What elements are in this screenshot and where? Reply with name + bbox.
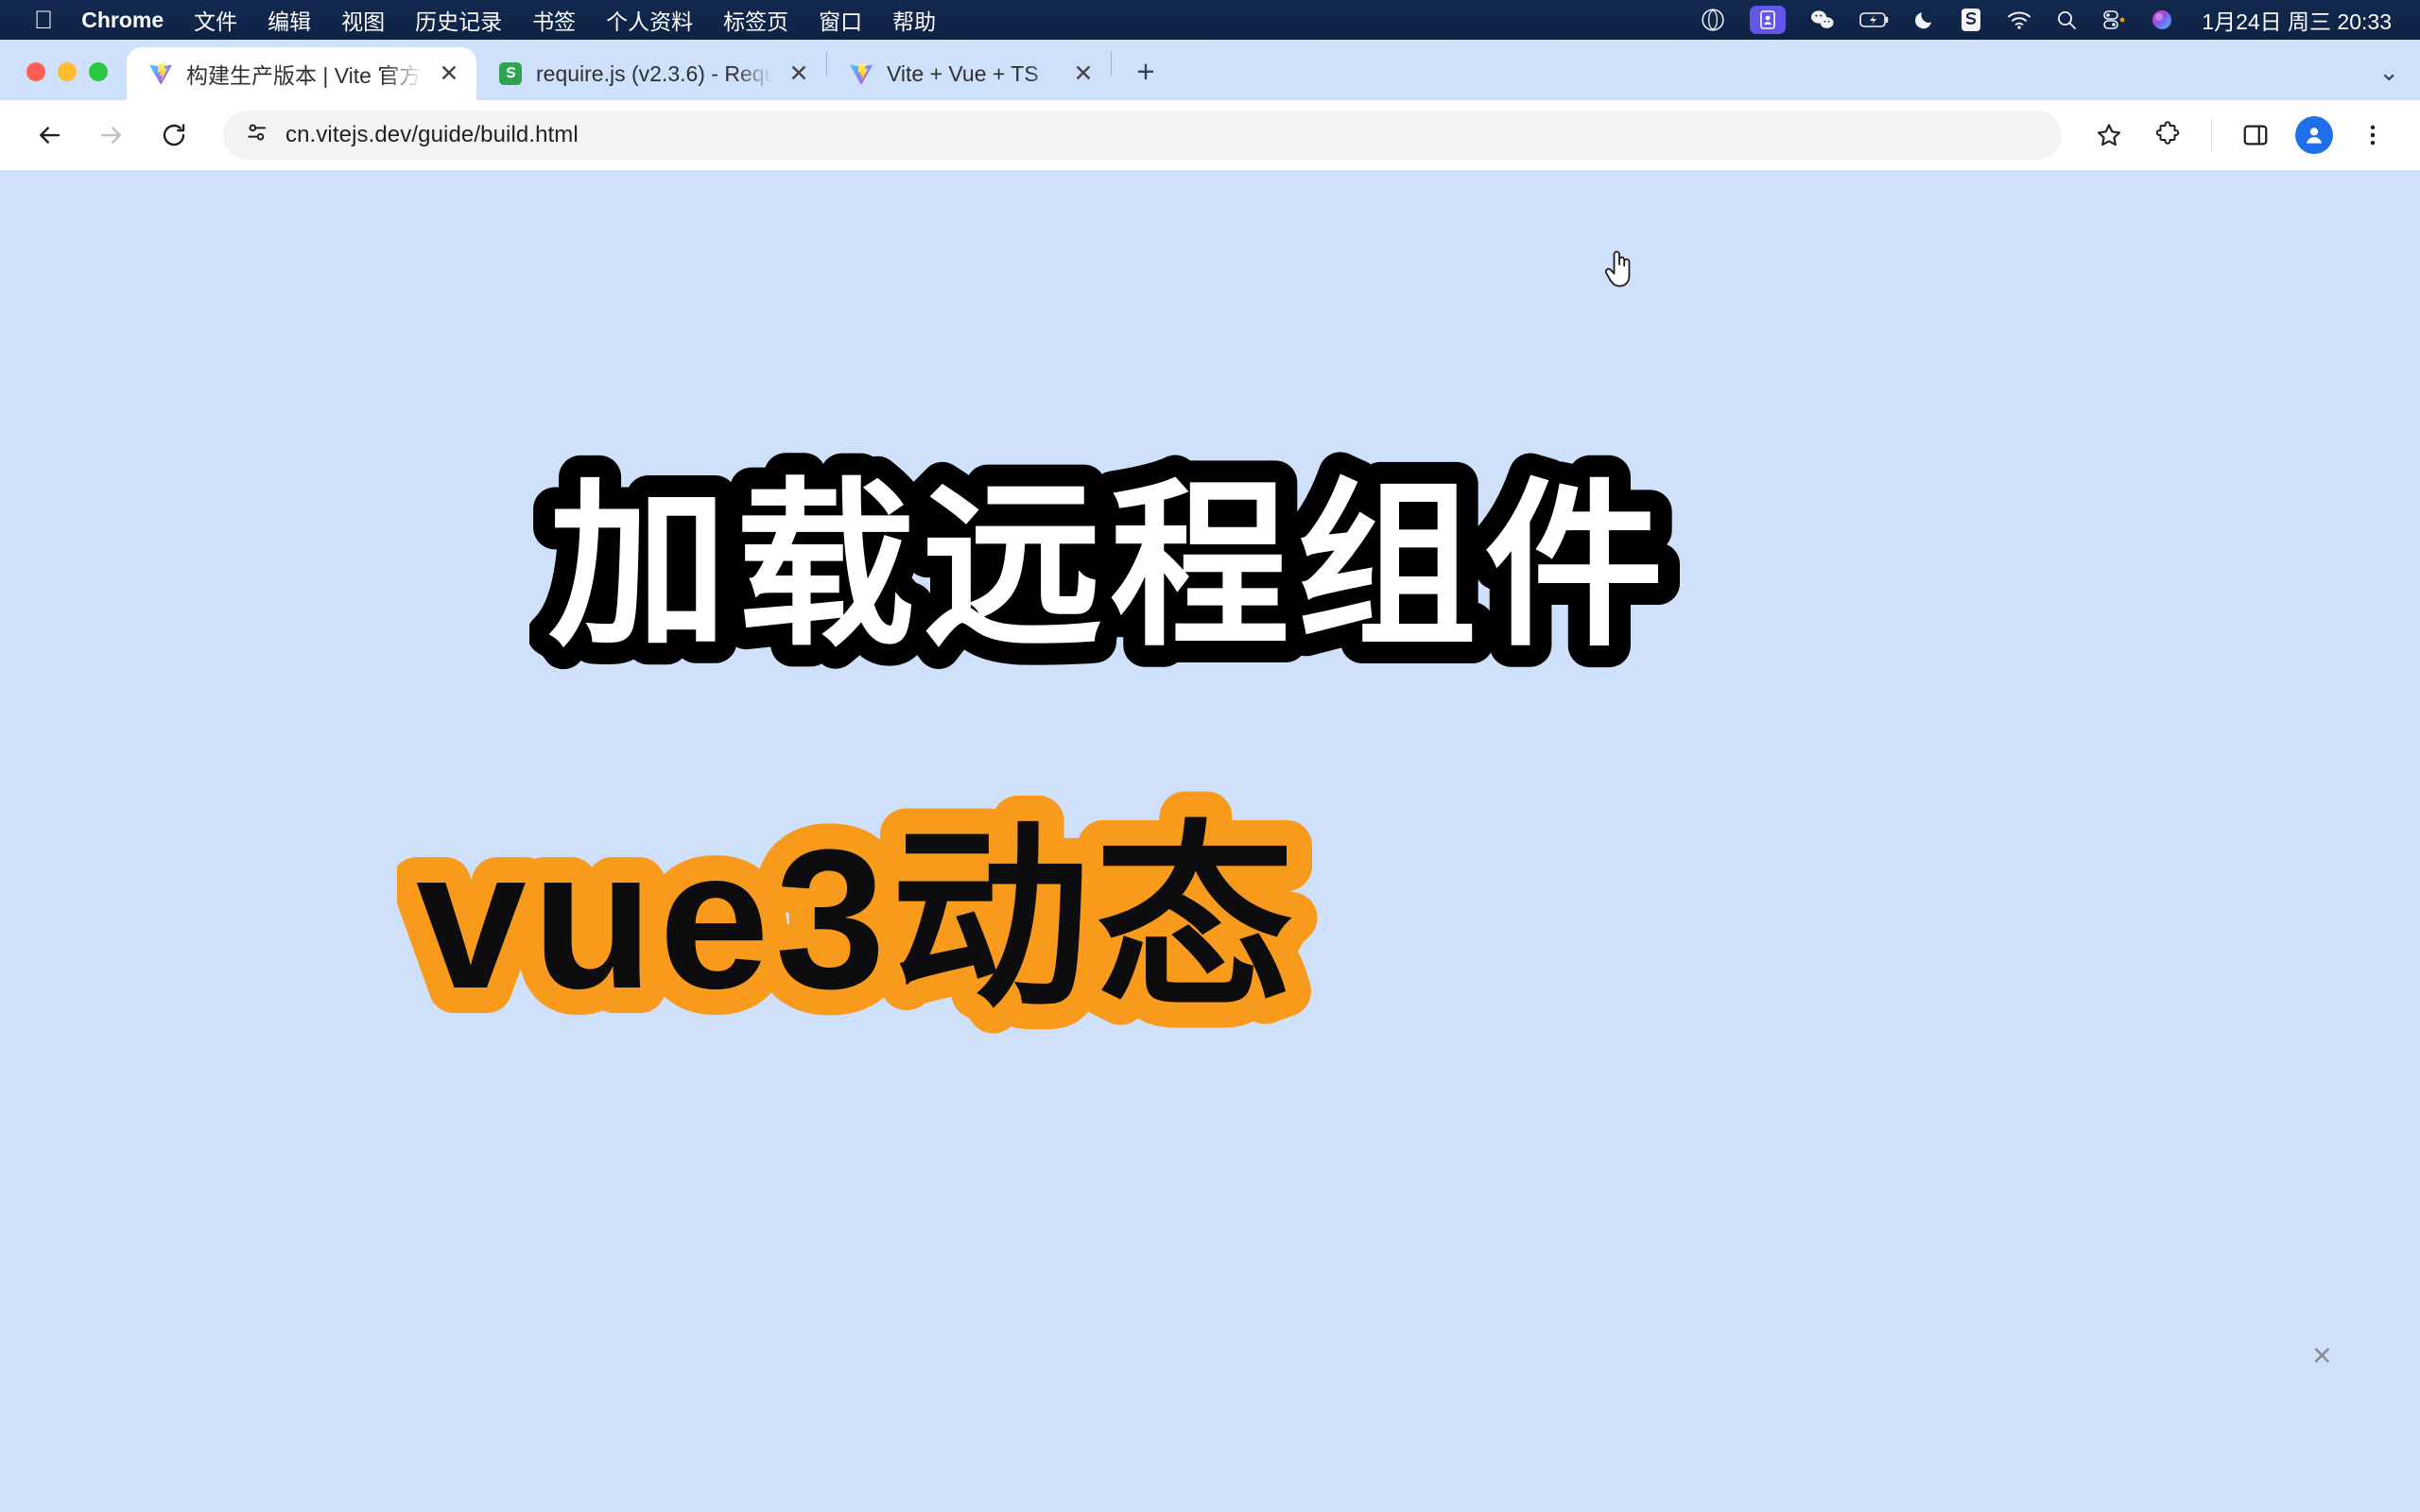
three-dots-vertical-icon[interactable] bbox=[2348, 111, 2397, 160]
menu-file[interactable]: 文件 bbox=[194, 4, 237, 36]
screen-sharing-icon[interactable] bbox=[1750, 6, 1787, 34]
vite-logo-icon bbox=[848, 60, 874, 87]
window-controls bbox=[0, 62, 127, 100]
puzzle-piece-icon[interactable] bbox=[2143, 111, 2192, 160]
chrome-window: 构建生产版本 | Vite 官方中文文 ✕ require.js (v2.3.6… bbox=[0, 40, 2420, 1512]
side-panel-icon[interactable] bbox=[2231, 111, 2280, 160]
url-text: cn.vitejs.dev/guide/build.html bbox=[285, 122, 579, 147]
tab-requirejs[interactable]: require.js (v2.3.6) - RequireJS ✕ bbox=[476, 47, 826, 100]
sogou-input-icon[interactable] bbox=[1960, 8, 1982, 32]
overlay-caption-bottom-fill: vue3动态 bbox=[416, 808, 1300, 1030]
tab-title: 构建生产版本 | Vite 官方中文文 bbox=[186, 63, 423, 88]
menu-help[interactable]: 帮助 bbox=[892, 4, 936, 36]
close-icon[interactable]: ✕ bbox=[785, 60, 813, 88]
reload-icon[interactable] bbox=[147, 109, 200, 162]
do-not-disturb-moon-icon[interactable] bbox=[1914, 9, 1935, 30]
chevron-down-icon[interactable]: ⌄ bbox=[2378, 58, 2399, 87]
wifi-icon[interactable] bbox=[2007, 10, 2031, 29]
search-icon[interactable] bbox=[2056, 9, 2077, 30]
menu-profiles[interactable]: 个人资料 bbox=[606, 4, 693, 36]
browser-toolbar: cn.vitejs.dev/guide/build.html bbox=[0, 100, 2420, 170]
obs-icon[interactable] bbox=[1701, 8, 1725, 32]
close-icon[interactable]: ✕ bbox=[2311, 1342, 2333, 1371]
overlay-caption-top-fill: 加载远程组件 bbox=[548, 467, 1671, 667]
new-tab-button[interactable]: + bbox=[1125, 51, 1167, 93]
tab-strip: 构建生产版本 | Vite 官方中文文 ✕ require.js (v2.3.6… bbox=[0, 40, 2420, 100]
close-icon[interactable]: ✕ bbox=[1069, 60, 1098, 88]
pointing-hand-cursor-icon bbox=[1603, 248, 1635, 294]
menu-bar-tray: 1月24日 周三 20:33 bbox=[1701, 4, 2403, 36]
requirejs-logo-icon bbox=[497, 60, 524, 87]
wechat-icon[interactable] bbox=[1810, 9, 1835, 31]
profile-avatar-icon[interactable] bbox=[2290, 111, 2339, 160]
menu-edit[interactable]: 编辑 bbox=[268, 4, 311, 36]
macos-menu-bar:  Chrome 文件 编辑 视图 历史记录 书签 个人资料 标签页 窗口 帮助 bbox=[0, 0, 2420, 40]
tune-settings-icon[interactable] bbox=[244, 119, 270, 152]
close-icon[interactable]: ✕ bbox=[435, 60, 463, 88]
tab-title: Vite + Vue + TS bbox=[887, 60, 1039, 86]
arrow-right-icon[interactable] bbox=[85, 109, 138, 162]
tab-strip-right: ⌄ bbox=[1176, 58, 2420, 100]
control-center-icon[interactable] bbox=[2101, 9, 2126, 30]
maximize-window-button[interactable] bbox=[89, 62, 108, 81]
close-window-button[interactable] bbox=[26, 62, 45, 81]
menu-window[interactable]: 窗口 bbox=[819, 4, 862, 36]
vite-logo-icon bbox=[147, 60, 174, 87]
tab-vite-vue-ts[interactable]: Vite + Vue + TS ✕ bbox=[827, 47, 1111, 100]
overlay-caption-bottom: vue3动态 vue3动态 bbox=[397, 784, 1320, 1056]
tab-vite-build-docs[interactable]: 构建生产版本 | Vite 官方中文文 ✕ bbox=[127, 47, 476, 100]
menu-bar-clock[interactable]: 1月24日 周三 20:33 bbox=[2202, 4, 2392, 36]
avatar bbox=[2295, 116, 2333, 154]
siri-icon[interactable] bbox=[2151, 9, 2173, 31]
minimize-window-button[interactable] bbox=[58, 62, 77, 81]
toolbar-separator bbox=[2211, 119, 2212, 151]
star-icon[interactable] bbox=[2084, 111, 2134, 160]
apple-icon[interactable]:  bbox=[34, 7, 53, 33]
menu-view[interactable]: 视图 bbox=[341, 4, 385, 36]
menu-bookmarks[interactable]: 书签 bbox=[532, 4, 576, 36]
tab-title: require.js (v2.3.6) - RequireJS bbox=[536, 60, 772, 86]
menu-tabs[interactable]: 标签页 bbox=[723, 4, 788, 36]
overlay-caption-top: 加载远程组件 加载远程组件 bbox=[529, 445, 1685, 689]
tab-separator bbox=[1111, 51, 1112, 76]
battery-charging-icon[interactable] bbox=[1859, 10, 1890, 29]
menu-history[interactable]: 历史记录 bbox=[415, 4, 502, 36]
menu-chrome[interactable]: Chrome bbox=[81, 8, 164, 33]
arrow-left-icon[interactable] bbox=[23, 109, 76, 162]
address-bar[interactable]: cn.vitejs.dev/guide/build.html bbox=[223, 111, 2062, 160]
